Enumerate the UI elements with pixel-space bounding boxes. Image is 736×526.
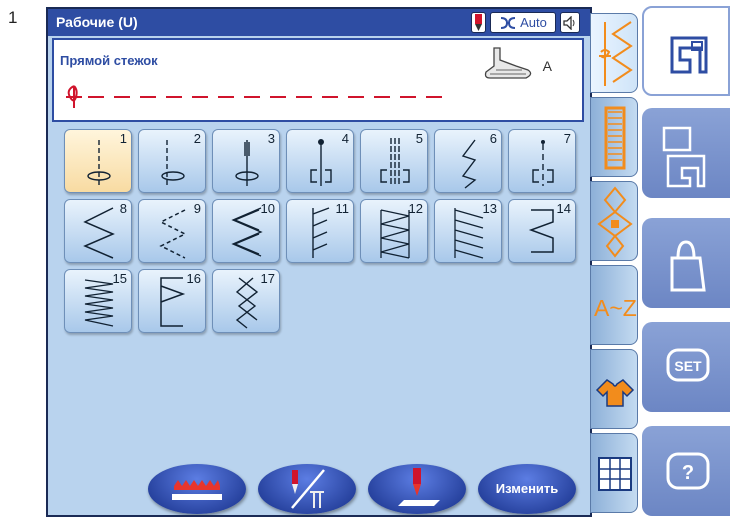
blanket-stitch-icon (528, 209, 554, 253)
zigzag-stitch-icon (83, 207, 115, 259)
change-button[interactable]: Изменить (478, 464, 576, 514)
sound-icon[interactable] (560, 12, 580, 33)
stitch-button-14[interactable]: 14 (508, 199, 576, 263)
page-number: 1 (8, 8, 18, 27)
triple-zigzag-stitch-icon (231, 207, 263, 257)
title-bar: Рабочие (U) Auto (48, 9, 590, 36)
tab-utility-stitches[interactable] (590, 13, 638, 93)
ordinary-sewing-mode-button[interactable] (642, 6, 730, 96)
stitch-button-3[interactable]: 3 (212, 129, 280, 193)
stitch-button-4[interactable]: 4 (286, 129, 354, 193)
bag-mode-button[interactable] (642, 218, 730, 308)
tab-quilt[interactable] (590, 433, 638, 513)
bag-icon (670, 240, 706, 292)
triple-straight-stitch-icon (380, 138, 410, 186)
stitch-button-13[interactable]: 13 (434, 199, 502, 263)
heirloom-icon (595, 379, 635, 407)
machine-screen: Рабочие (U) Auto Прямой стежок A 1 2 3 4… (46, 7, 592, 517)
stitch-preview (66, 85, 444, 108)
embroidery-machine-icon (662, 126, 706, 188)
buttonhole-icon (604, 106, 626, 170)
settings-label: SET (674, 358, 702, 374)
thread-cutter-icon[interactable] (471, 12, 486, 33)
tab-buttonholes[interactable] (590, 97, 638, 177)
utility-stitch-icon (599, 21, 633, 86)
basting-stitch-icon (532, 140, 554, 186)
needle-up-icon (398, 468, 440, 506)
help-icon: ? (666, 452, 710, 490)
stitch-button-15[interactable]: 15 (64, 269, 132, 333)
stitch-button-10[interactable]: 10 (212, 199, 280, 263)
auto-lock-button[interactable]: Auto (490, 12, 556, 33)
stitch-button-7[interactable]: 7 (508, 129, 576, 193)
help-button[interactable]: ? (642, 426, 730, 516)
stitch-info-panel: Прямой стежок A (52, 38, 584, 122)
auto-label: Auto (520, 15, 547, 30)
feather-stitch-icon (235, 277, 259, 329)
multi-zigzag-stitch-icon (159, 209, 187, 259)
twin-needle-button[interactable] (258, 464, 356, 514)
embroidery-mode-button[interactable] (642, 108, 730, 198)
stitch-button-17[interactable]: 17 (212, 269, 280, 333)
twin-needle-icon (291, 469, 325, 509)
tab-heirloom[interactable] (590, 349, 638, 429)
stitch-category-tabs: A~Z (590, 7, 640, 517)
stitch-button-1[interactable]: 1 (64, 129, 132, 193)
feed-dog-icon (172, 480, 222, 500)
screen-title: Рабочие (U) (56, 14, 138, 30)
decorative-stitch-icon (597, 186, 633, 258)
stretch-stitch-icon (461, 139, 477, 189)
alphabet-tab-label: A~Z (594, 295, 637, 321)
sewing-machine-icon (670, 36, 708, 74)
stitch-button-2[interactable]: 2 (138, 129, 206, 193)
grid-quilt-icon (598, 457, 632, 491)
stitch-button-12[interactable]: 12 (360, 199, 428, 263)
blind-hem-stitch-icon (312, 207, 330, 258)
stitch-button-8[interactable]: 8 (64, 199, 132, 263)
stitch-name: Прямой стежок (60, 53, 158, 68)
knit-stitch-icon (84, 279, 114, 327)
help-label: ? (682, 462, 694, 484)
box-stitch-icon (160, 277, 186, 327)
stitch-button-16[interactable]: 16 (138, 269, 206, 333)
stitch-button-6[interactable]: 6 (434, 129, 502, 193)
lock-stitch-icon (235, 140, 259, 186)
mode-button-column: SET ? (642, 0, 736, 526)
presser-foot-a-icon (476, 46, 536, 91)
overlock-stitch-icon (454, 208, 484, 259)
straight-stitch-lock-icon (310, 139, 332, 186)
stitch-button-11[interactable]: 11 (286, 199, 354, 263)
overcast-stitch-icon (380, 209, 410, 259)
change-button-label: Изменить (495, 481, 559, 496)
stitch-button-5[interactable]: 5 (360, 129, 428, 193)
tab-decorative-stitches[interactable] (590, 181, 638, 261)
stitch-button-9[interactable]: 9 (138, 199, 206, 263)
tab-alphabet[interactable]: A~Z (590, 265, 638, 345)
needle-position-button[interactable] (368, 464, 466, 514)
settings-button[interactable]: SET (642, 322, 730, 412)
set-icon: SET (666, 348, 710, 382)
presser-foot-icon (501, 16, 516, 29)
straight-stitch-center-icon (87, 140, 111, 186)
presser-foot-letter: A (542, 58, 552, 74)
feed-dog-button[interactable] (148, 464, 246, 514)
straight-stitch-left-icon (161, 140, 185, 186)
